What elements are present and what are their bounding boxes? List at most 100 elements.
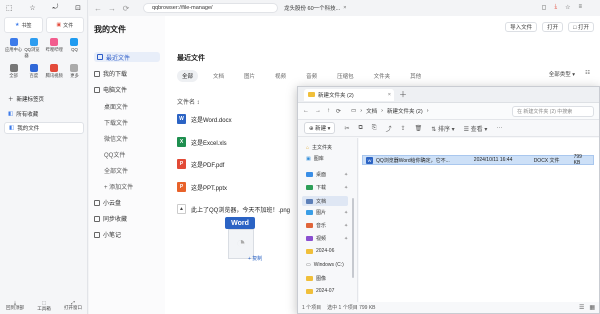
breadcrumb-folder[interactable]: 新建文件夹 (2) [387,107,423,115]
cut-icon[interactable]: ✂ [344,125,349,132]
all-icon [9,64,18,72]
nav-recent[interactable]: 最近文件 [94,52,160,62]
nav-2024-07[interactable]: 2024-07 [306,288,334,294]
tiles-view-icon[interactable]: ▦ [589,304,595,311]
file-row[interactable]: P 这是PDF.pdf [177,159,224,169]
nav-cloud[interactable]: 小云盘 [94,198,121,207]
file-row[interactable]: X 这是Excel.xls [177,137,227,147]
nav-images[interactable]: 图像 [306,275,326,282]
explorer-tab[interactable]: 新建文件夹 (2) × [304,88,394,101]
nav-pictures[interactable]: 图片 ✦ [306,209,348,216]
nav-desktop[interactable]: 桌面文件 [104,102,128,111]
file-row[interactable]: ▲ 此上了QQ浏览器，今天不加班！.png [177,204,290,214]
shortcut-label: 百度 [29,73,39,78]
nav-download-files[interactable]: 下载文件 [104,118,128,127]
shortcut-more[interactable]: 更多 [65,64,84,79]
nav-2024-06[interactable]: 2024-06 [306,248,334,254]
back-arrow-icon[interactable]: ⤾ [52,4,58,12]
nav-videos[interactable]: 视频 ✦ [306,235,348,242]
shortcut-bilibili[interactable]: 哔哩哔哩 [45,38,64,59]
shortcut-qq-browser[interactable]: QQ浏览器 [24,38,43,59]
breadcrumb-docs[interactable]: 文档 [366,107,377,115]
back-icon[interactable]: ← [303,108,309,114]
share-icon[interactable]: ⇪ [401,125,406,132]
paste-icon[interactable]: ⎘ [372,125,377,132]
nav-gallery[interactable]: ▣ 图库 [306,155,324,163]
filter-tab-images[interactable]: 图片 [239,70,260,82]
new-tab-button[interactable]: ＋ 新建标签页 [4,93,84,105]
breadcrumb[interactable]: ▭ › 文档 › 新建文件夹 (2) › [347,106,433,117]
open-button[interactable]: 打开 [542,22,564,32]
back-icon[interactable]: ← [93,4,103,13]
nav-windows-c[interactable]: ▭ Windows (C:) [306,262,344,268]
nav-wechat[interactable]: 微信文件 [104,134,128,143]
refresh-icon[interactable]: ⟳ [336,108,341,115]
sidebar-tab-favorites[interactable]: ◧ 所有收藏 [4,108,84,120]
up-icon[interactable]: ↑ [327,108,330,114]
open-window-button[interactable]: ⤢ 打开窗口 [62,300,84,312]
rename-icon[interactable]: ⤴ [386,124,392,133]
back-to-top-button[interactable]: ⤓ 回到顶部 [4,300,26,312]
tab-stock[interactable]: 龙头股份 60一个科技... × [284,3,439,13]
nav-all-files[interactable]: 全部文件 [104,166,128,175]
forward-icon[interactable]: → [315,108,321,114]
nav-documents[interactable]: 文档 [302,196,348,206]
filter-tab-all[interactable]: 全部 [177,70,199,82]
view-button[interactable]: ☰ 查看 ▾ [464,124,488,133]
copy-icon[interactable]: ⧉ [358,125,362,132]
file-button[interactable]: ▣ 文件 [45,17,84,33]
open-folder-button[interactable]: □ 打开 [568,22,594,32]
shortcut-tencent-video[interactable]: 腾讯视频 [45,64,64,79]
nav-home[interactable]: ⌂ 主文件夹 [306,144,332,152]
nav-sync[interactable]: 同步收藏 [94,214,127,223]
sort-button[interactable]: ⇅ 排序 ▾ [431,124,454,133]
shortcut-all[interactable]: 全部 [4,64,23,79]
close-tab-icon[interactable]: × [343,5,346,11]
nav-add-files[interactable]: + 添加文件 [104,182,133,191]
address-bar[interactable]: qqbrowser://file-manage/ [143,3,278,13]
filter-tab-archive[interactable]: 压缩包 [332,70,359,82]
filter-tab-video[interactable]: 视频 [270,70,291,82]
import-button[interactable]: 导入文件 [505,22,538,32]
forward-icon[interactable]: → [107,4,117,13]
nav-notes[interactable]: 小笔记 [94,230,121,239]
filter-tab-folder[interactable]: 文件夹 [369,70,396,82]
collapse-icon[interactable]: ⊡ [75,4,81,12]
add-tab-icon[interactable]: ＋ [399,89,407,100]
history-icon[interactable]: ☆ [565,4,570,11]
nav-downloads[interactable]: 下载 ✦ [306,184,348,191]
download-icon[interactable]: ⤓ [554,4,557,11]
nav-desktop[interactable]: 桌面 ✦ [306,171,348,178]
sidebar-tab-my-files[interactable]: ◧ 我的文件 [4,122,84,134]
explorer-search-input[interactable]: 在 新建文件夹 (2) 中搜索 [512,106,594,117]
bookmark-button[interactable]: ★ 书签 [4,17,43,33]
nav-qq-files[interactable]: QQ文件 [104,150,125,159]
window-icon[interactable]: ⬚ [6,4,13,12]
delete-icon[interactable]: 🗑 [415,125,423,132]
column-header-name[interactable]: 文件名 ↕ [177,97,200,106]
shortcut-app-center[interactable]: 应用中心 [4,38,23,59]
file-row[interactable]: P 这是PPT.pptx [177,182,227,192]
close-tab-icon[interactable]: × [388,92,391,98]
shortcut-baidu[interactable]: 百度 [24,64,43,79]
file-row[interactable]: W 这是Word.docx [177,114,232,124]
new-button[interactable]: ⊕ 新建 ▾ [304,122,336,134]
filter-tab-docs[interactable]: 文档 [208,70,229,82]
nav-computer[interactable]: 电脑文件 [94,85,127,94]
menu-icon[interactable]: ≡ [578,4,582,11]
file-row-selected[interactable]: W QQ浏览器Word给你确定，它不... 2024/10/11 16:44 D… [362,154,594,166]
toolbox-button[interactable]: ⬚ 工具箱 [33,300,55,312]
filter-tab-other[interactable]: 其他 [405,70,426,82]
refresh-icon[interactable]: ⟳ [121,4,131,13]
type-dropdown[interactable]: 全部类型 ▾ [549,70,575,78]
wallet-icon[interactable]: ◻ [541,4,546,11]
nav-downloads[interactable]: 我的下载 [94,69,127,78]
more-icon[interactable]: ··· [496,125,502,131]
star-icon[interactable]: ☆ [29,4,35,12]
shortcut-qq[interactable]: QQ [65,38,84,59]
nav-music[interactable]: 音乐 ✦ [306,222,348,229]
list-view-icon[interactable]: ☷ [585,70,590,78]
details-view-icon[interactable]: ☰ [579,304,584,311]
nav-scrollbar[interactable] [352,198,354,278]
filter-tab-audio[interactable]: 音频 [301,70,322,82]
